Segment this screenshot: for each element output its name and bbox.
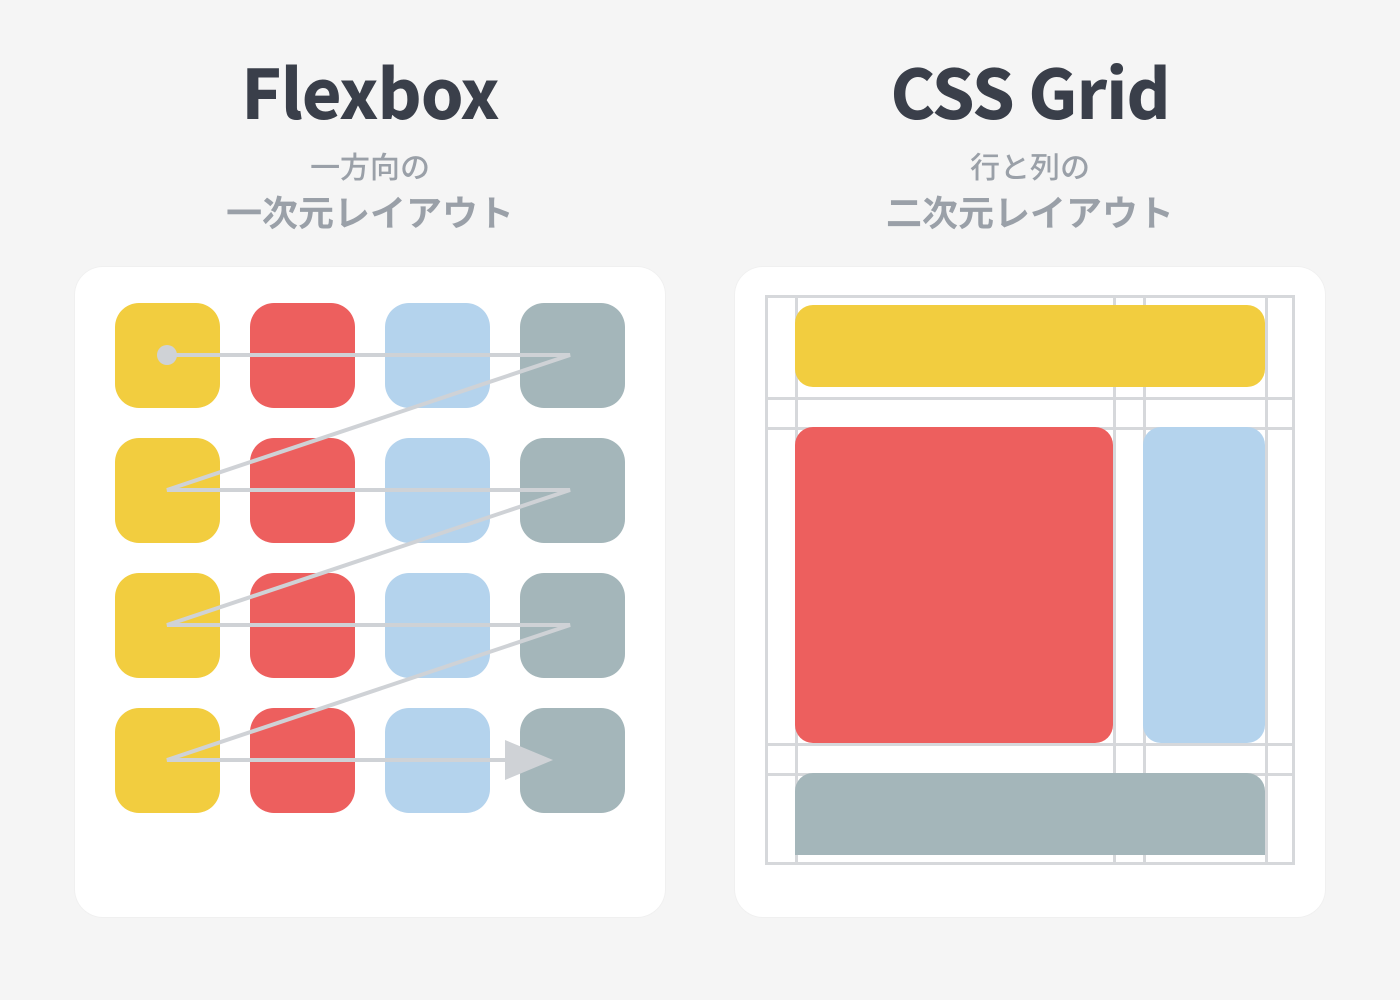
grid-column: CSS Grid 行と列の 二次元レイアウト xyxy=(735,40,1325,917)
flex-item xyxy=(520,573,625,678)
flex-item xyxy=(520,438,625,543)
comparison-diagram: Flexbox 一方向の 一次元レイアウト xyxy=(75,40,1325,917)
flex-item xyxy=(520,303,625,408)
flex-item xyxy=(115,573,220,678)
flexbox-panel xyxy=(75,267,665,917)
flex-item xyxy=(115,303,220,408)
flex-item xyxy=(385,303,490,408)
flex-item xyxy=(250,573,355,678)
grid-footer-cell xyxy=(795,773,1265,855)
flex-item xyxy=(385,573,490,678)
flex-item xyxy=(250,708,355,813)
flexbox-items xyxy=(115,303,625,813)
flex-item xyxy=(250,303,355,408)
flexbox-title: Flexbox xyxy=(241,40,498,139)
flexbox-column: Flexbox 一方向の 一次元レイアウト xyxy=(75,40,665,917)
flex-item xyxy=(385,708,490,813)
grid-header-cell xyxy=(795,305,1265,387)
flexbox-subtitle-1: 一方向の xyxy=(310,143,430,187)
flex-item xyxy=(250,438,355,543)
flexbox-subtitle-2: 一次元レイアウト xyxy=(226,185,514,237)
flex-item xyxy=(520,708,625,813)
flex-item xyxy=(115,438,220,543)
grid-panel xyxy=(735,267,1325,917)
grid-subtitle-2: 二次元レイアウト xyxy=(886,185,1174,237)
flex-item xyxy=(385,438,490,543)
grid-title: CSS Grid xyxy=(890,40,1169,139)
grid-aside-cell xyxy=(1143,427,1265,743)
grid-subtitle-1: 行と列の xyxy=(970,143,1090,187)
grid-main-cell xyxy=(795,427,1113,743)
grid-lines xyxy=(765,295,1295,865)
flex-item xyxy=(115,708,220,813)
